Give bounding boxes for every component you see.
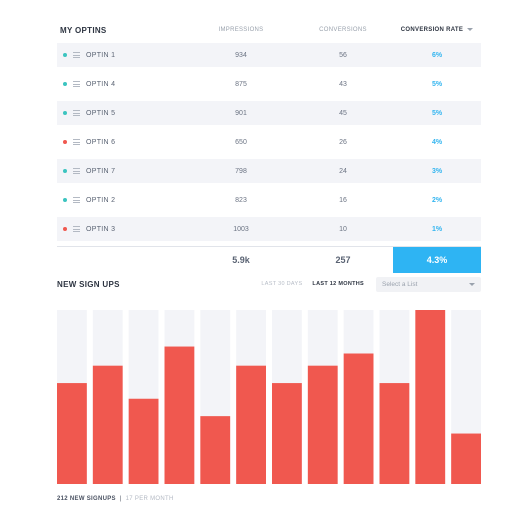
optin-name: OPTIN 4 — [86, 80, 116, 88]
bar[interactable] — [200, 416, 231, 484]
status-dot-icon — [63, 140, 67, 144]
rate-value: 3% — [431, 167, 443, 175]
impressions-value: 1003 — [233, 225, 249, 233]
optin-name-cell: OPTIN 6 — [57, 139, 189, 146]
optin-name: OPTIN 6 — [86, 138, 116, 146]
list-icon — [73, 52, 80, 58]
table-row[interactable]: OPTIN 2 823 16 2% — [57, 188, 481, 212]
optin-name-cell: OPTIN 7 — [57, 168, 189, 175]
list-icon — [73, 168, 80, 174]
list-icon — [73, 139, 80, 145]
bar[interactable] — [415, 310, 446, 484]
optin-name: OPTIN 1 — [86, 51, 116, 59]
chevron-down-icon — [469, 282, 475, 286]
table-row[interactable]: OPTIN 3 1003 10 1% — [57, 217, 481, 241]
bar[interactable] — [272, 383, 302, 484]
rate-value: 5% — [431, 109, 443, 117]
conversions-value: 16 — [339, 196, 347, 204]
impressions-value: 823 — [235, 196, 247, 204]
list-icon — [73, 197, 80, 203]
optin-name-cell: OPTIN 5 — [57, 110, 189, 117]
impressions-value: 901 — [235, 109, 247, 117]
rate-value: 6% — [431, 51, 443, 59]
sort-caret-icon — [467, 27, 474, 31]
total-conversion-rate: 4.3% — [393, 246, 481, 273]
total-conversions: 257 — [335, 254, 351, 265]
status-dot-icon — [63, 53, 67, 57]
header-impressions[interactable]: IMPRESSIONS — [189, 27, 293, 33]
impressions-value: 934 — [235, 51, 247, 59]
status-dot-icon — [63, 111, 67, 115]
rate-value: 4% — [431, 138, 443, 146]
conversions-value: 10 — [339, 225, 347, 233]
list-icon — [73, 226, 80, 232]
list-icon — [73, 110, 80, 116]
list-select-placeholder: Select a List — [382, 280, 418, 288]
table-row[interactable]: OPTIN 7 798 24 3% — [57, 159, 481, 183]
optin-name-cell: OPTIN 4 — [57, 81, 189, 88]
header-conversion-rate[interactable]: CONVERSION RATE — [393, 27, 481, 33]
signups-per-month: 17 PER MONTH — [125, 496, 174, 502]
signups-panel: NEW SIGN UPS LAST 30 DAYS LAST 12 MONTHS… — [57, 276, 481, 484]
table-row[interactable]: OPTIN 1 934 56 6% — [57, 43, 481, 67]
header-conversion-rate-label: CONVERSION RATE — [400, 27, 464, 33]
status-dot-icon — [63, 169, 67, 173]
status-dot-icon — [63, 227, 67, 231]
bar[interactable] — [236, 365, 266, 484]
impressions-value: 875 — [235, 80, 247, 88]
optin-name: OPTIN 3 — [86, 225, 116, 233]
bar[interactable] — [164, 346, 195, 484]
table-header: MY OPTINS IMPRESSIONS CONVERSIONS CONVER… — [57, 20, 481, 40]
impressions-value: 650 — [235, 138, 247, 146]
rate-value: 2% — [431, 196, 443, 204]
conversions-value: 56 — [339, 51, 347, 59]
signups-count: 212 NEW SIGNUPS — [57, 496, 116, 502]
optin-name-cell: OPTIN 2 — [57, 197, 189, 204]
signups-bar-chart — [57, 310, 481, 484]
footer-separator: | — [119, 496, 122, 502]
optin-name: OPTIN 2 — [86, 196, 116, 204]
optins-rows: OPTIN 1 934 56 6% OPTIN 4 875 43 5% OPTI… — [57, 43, 481, 241]
bar[interactable] — [343, 353, 374, 485]
conversions-value: 26 — [339, 138, 347, 146]
bar[interactable] — [307, 365, 338, 484]
list-select[interactable]: Select a List — [376, 276, 481, 292]
range-30-days-button[interactable]: LAST 30 DAYS — [261, 281, 302, 287]
optin-name: OPTIN 5 — [86, 109, 116, 117]
status-dot-icon — [63, 198, 67, 202]
total-impressions: 5.9k — [232, 254, 250, 265]
bar[interactable] — [128, 398, 159, 484]
header-conversions[interactable]: CONVERSIONS — [293, 27, 393, 33]
signups-footer: 212 NEW SIGNUPS | 17 PER MONTH — [57, 496, 174, 502]
list-icon — [73, 81, 80, 87]
table-row[interactable]: OPTIN 6 650 26 4% — [57, 130, 481, 154]
optins-title: MY OPTINS — [60, 25, 107, 35]
bar[interactable] — [379, 383, 410, 484]
conversions-value: 24 — [339, 167, 347, 175]
conversions-value: 43 — [339, 80, 347, 88]
signups-chart-svg — [57, 310, 481, 484]
signups-header: NEW SIGN UPS LAST 30 DAYS LAST 12 MONTHS… — [57, 276, 481, 292]
bar[interactable] — [92, 365, 123, 484]
bar[interactable] — [451, 433, 481, 484]
optin-name: OPTIN 7 — [86, 167, 116, 175]
rate-value: 1% — [431, 225, 443, 233]
totals-row: 5.9k 257 4.3% — [57, 246, 481, 273]
signups-title: NEW SIGN UPS — [57, 279, 120, 289]
rate-value: 5% — [431, 80, 443, 88]
conversions-value: 45 — [339, 109, 347, 117]
table-row[interactable]: OPTIN 5 901 45 5% — [57, 101, 481, 125]
optin-name-cell: OPTIN 1 — [57, 52, 189, 59]
range-12-months-button[interactable]: LAST 12 MONTHS — [312, 281, 364, 287]
status-dot-icon — [63, 82, 67, 86]
optins-table: MY OPTINS IMPRESSIONS CONVERSIONS CONVER… — [57, 20, 481, 273]
impressions-value: 798 — [235, 167, 247, 175]
bar[interactable] — [57, 383, 87, 484]
table-row[interactable]: OPTIN 4 875 43 5% — [57, 72, 481, 96]
optin-name-cell: OPTIN 3 — [57, 226, 189, 233]
